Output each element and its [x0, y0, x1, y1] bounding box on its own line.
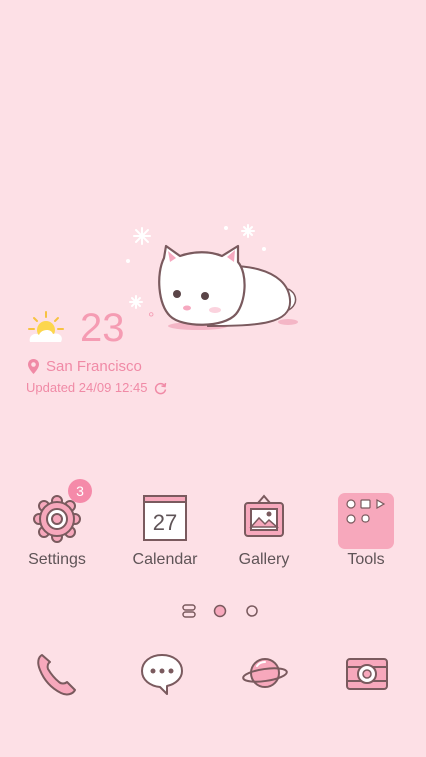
- page-dot-current[interactable]: [212, 603, 228, 619]
- weather-widget[interactable]: 23 ° San Francisco Updated 24/09 12:45: [26, 306, 266, 406]
- picture-frame-icon: [244, 494, 284, 537]
- app-settings[interactable]: Settings: [7, 490, 107, 580]
- page-indicator[interactable]: [180, 602, 270, 620]
- page-dot[interactable]: [244, 603, 260, 619]
- temperature-value: 23: [80, 306, 125, 350]
- updated-label: Updated 24/09 12:45: [26, 380, 148, 395]
- app-drawer-indicator-icon[interactable]: [182, 604, 198, 618]
- temperature-unit: °: [148, 310, 155, 327]
- sun-cloud-icon: [28, 311, 64, 342]
- notification-badge: 3: [68, 479, 92, 503]
- camera-icon[interactable]: [342, 651, 392, 697]
- app-label-gallery: Gallery: [238, 551, 290, 568]
- chat-icon[interactable]: [137, 651, 187, 697]
- planet-icon[interactable]: [240, 651, 290, 697]
- city-label: San Francisco: [46, 358, 142, 375]
- app-label-calendar: Calendar: [132, 551, 198, 568]
- tools-folder-icon: [346, 498, 386, 524]
- app-gallery[interactable]: Gallery: [214, 490, 314, 580]
- phone-icon[interactable]: [32, 651, 82, 697]
- app-calendar[interactable]: 27 Calendar: [115, 490, 215, 580]
- app-label-settings: Settings: [28, 551, 86, 568]
- calendar-day: 27: [152, 510, 178, 535]
- location-pin-icon: [28, 359, 39, 374]
- app-tools-folder[interactable]: Tools: [316, 490, 416, 580]
- refresh-icon[interactable]: [154, 382, 167, 395]
- app-label-tools: Tools: [347, 551, 385, 568]
- updated-row: Updated 24/09 12:45: [26, 380, 167, 395]
